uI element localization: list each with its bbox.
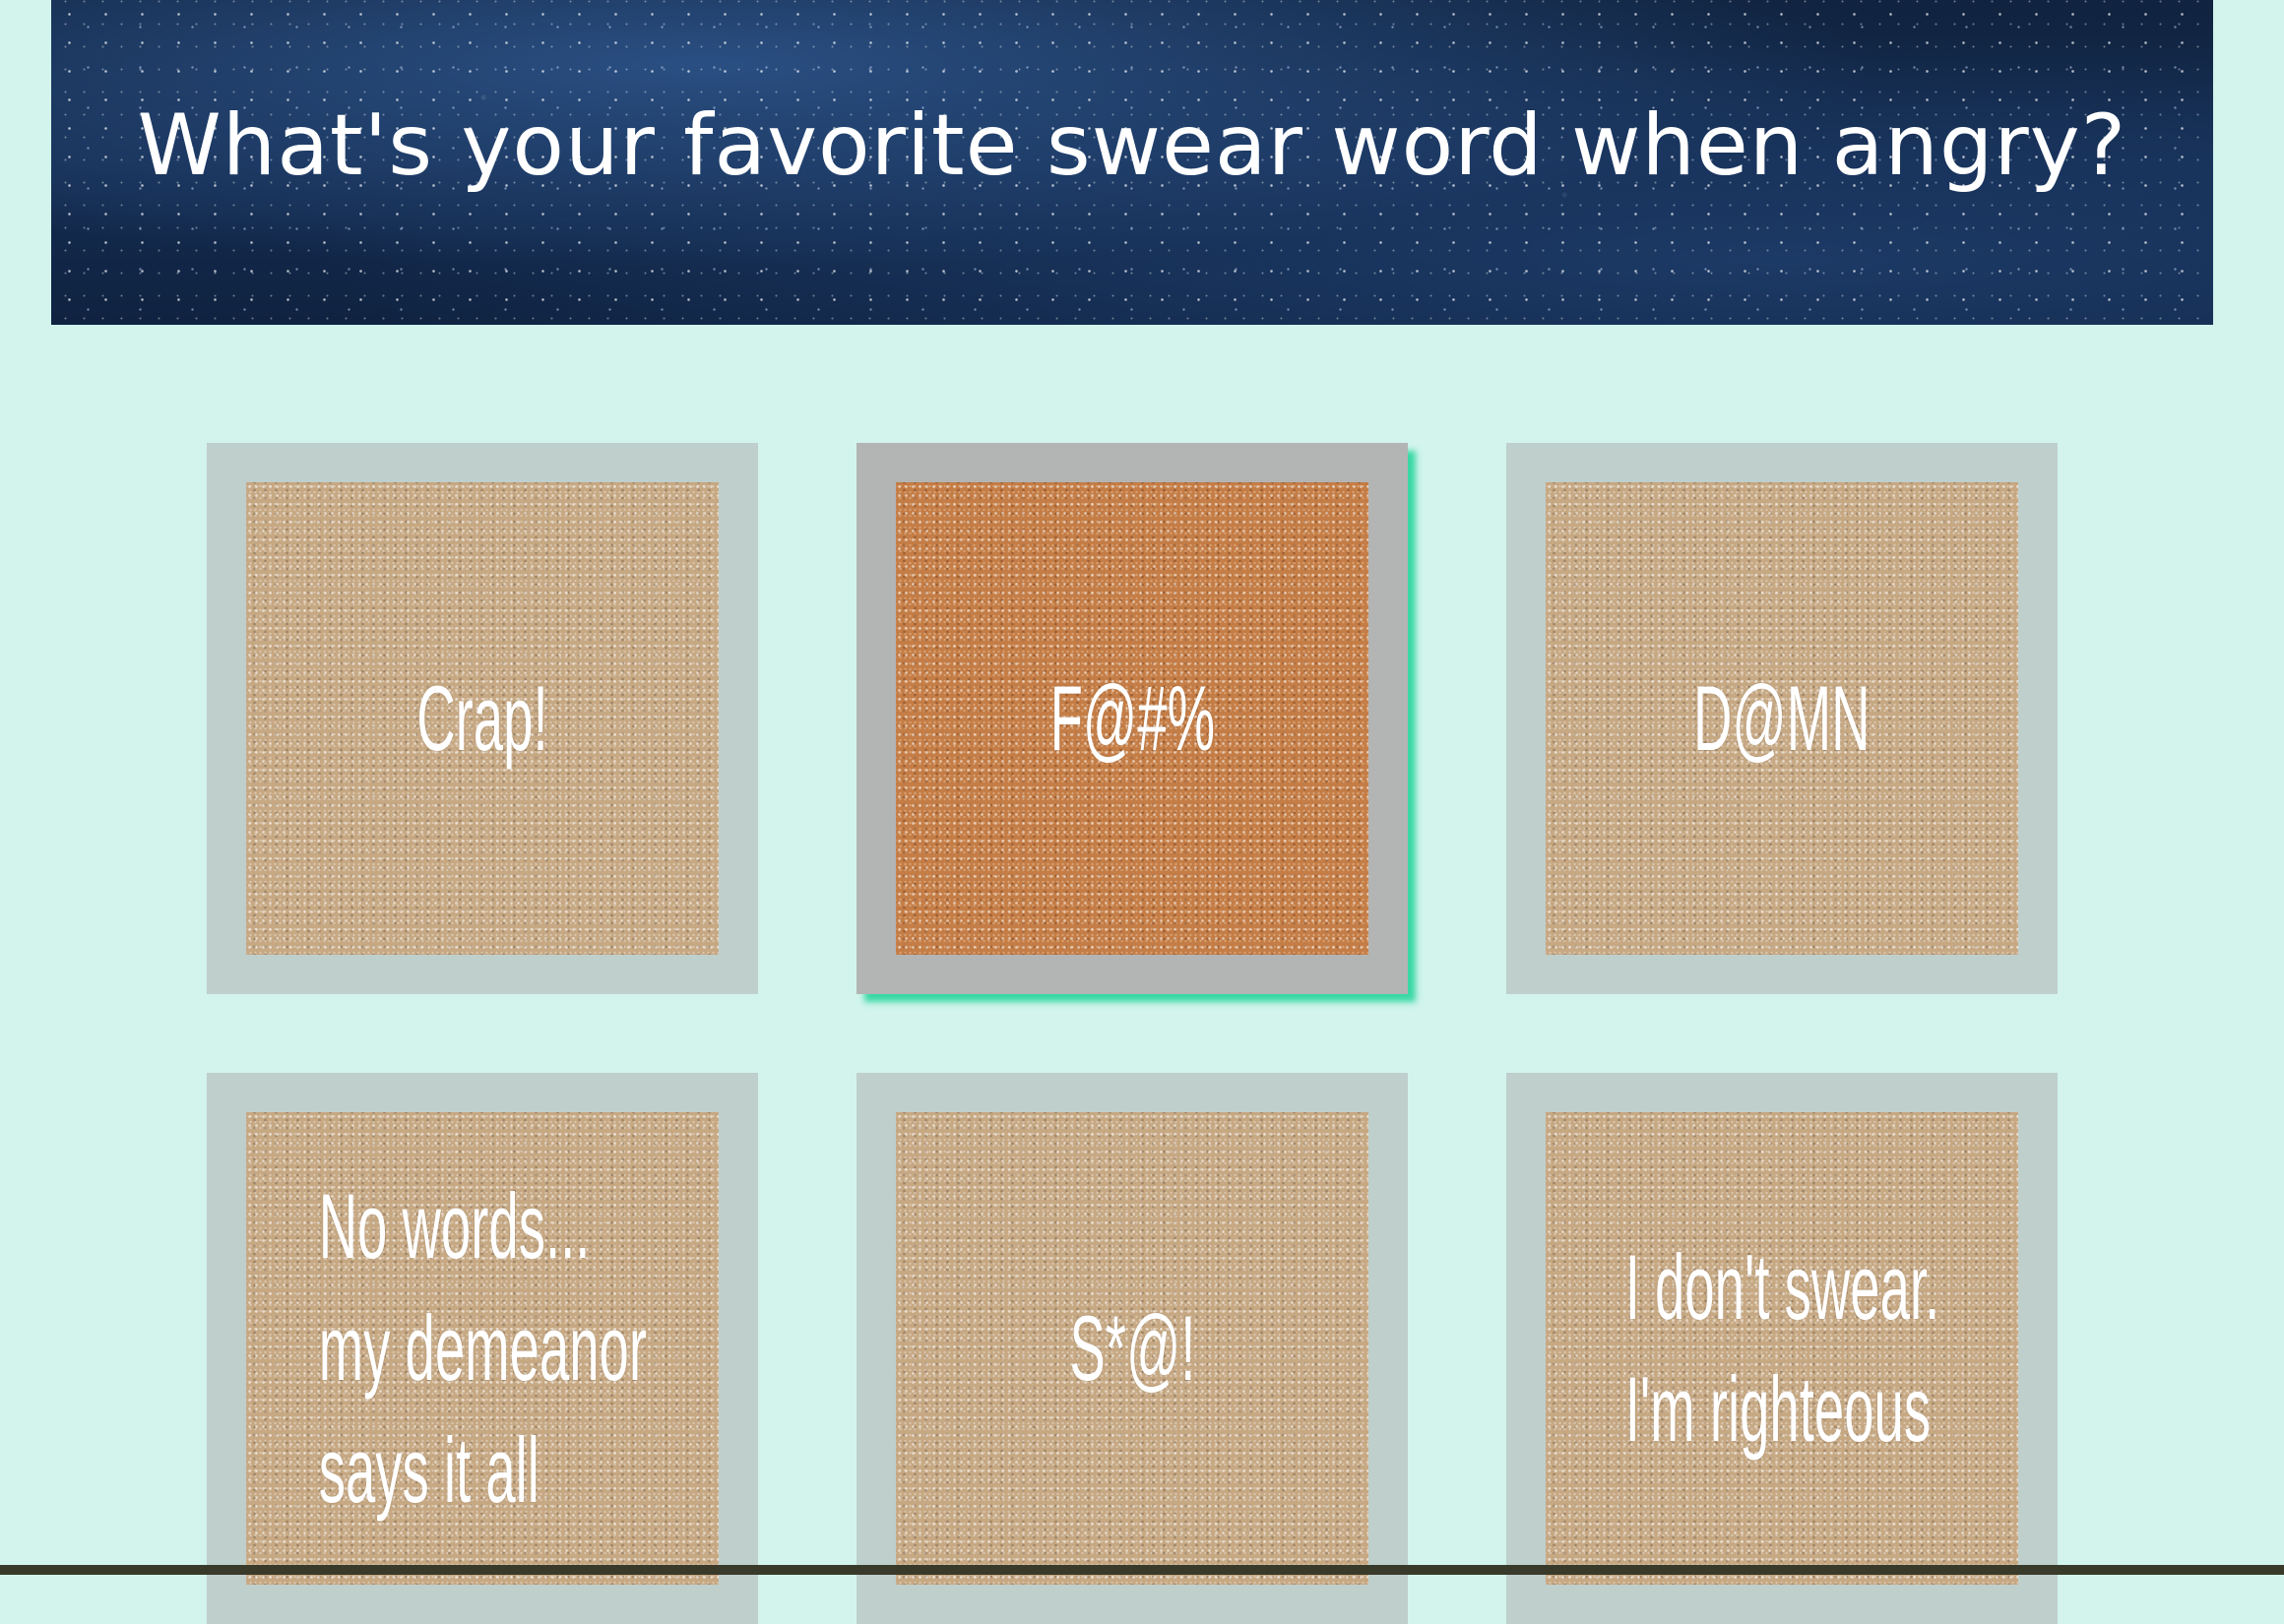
option-label-line: No words... (318, 1173, 591, 1278)
header-banner: What's your favorite swear word when ang… (51, 0, 2213, 325)
option-label-line: says it all (318, 1418, 539, 1523)
bottom-edge-bar (0, 1565, 2284, 1575)
option-tile-crap[interactable]: Crap! (207, 443, 758, 994)
option-tile-damn[interactable]: D@MN (1506, 443, 2058, 994)
question-title: What's your favorite swear word when ang… (137, 96, 2127, 195)
option-tile-face[interactable]: No words... my demeanor says it all (246, 1112, 719, 1585)
option-label: D@MN (1693, 657, 1871, 780)
option-label-line: S*@! (1068, 1295, 1196, 1400)
option-tile-face[interactable]: D@MN (1546, 482, 2018, 955)
option-label: S*@! (1069, 1287, 1195, 1409)
option-label-line: my demeanor (318, 1295, 647, 1400)
option-label-line: D@MN (1693, 665, 1871, 770)
option-tile-no-words[interactable]: No words... my demeanor says it all (207, 1073, 758, 1624)
option-tile-righteous[interactable]: I don't swear. I'm righteous (1506, 1073, 2058, 1624)
option-label-line: I'm righteous (1624, 1357, 1931, 1461)
option-tile-face[interactable]: I don't swear. I'm righteous (1546, 1112, 2018, 1585)
option-tile-face[interactable]: Crap! (246, 482, 719, 955)
option-label: No words... my demeanor says it all (318, 1165, 646, 1531)
option-label-line: I don't swear. (1624, 1234, 1939, 1339)
option-label-line: F@#% (1049, 665, 1215, 770)
option-label: Crap! (416, 657, 547, 780)
option-tile-s-word[interactable]: S*@! (856, 1073, 1408, 1624)
option-tile-face[interactable]: F@#% (896, 482, 1368, 955)
option-label: I don't swear. I'm righteous (1624, 1226, 1939, 1470)
option-label: F@#% (1049, 657, 1214, 780)
option-label-line: Crap! (416, 665, 548, 770)
option-tile-f-word[interactable]: F@#% (856, 443, 1408, 994)
option-tile-face[interactable]: S*@! (896, 1112, 1368, 1585)
